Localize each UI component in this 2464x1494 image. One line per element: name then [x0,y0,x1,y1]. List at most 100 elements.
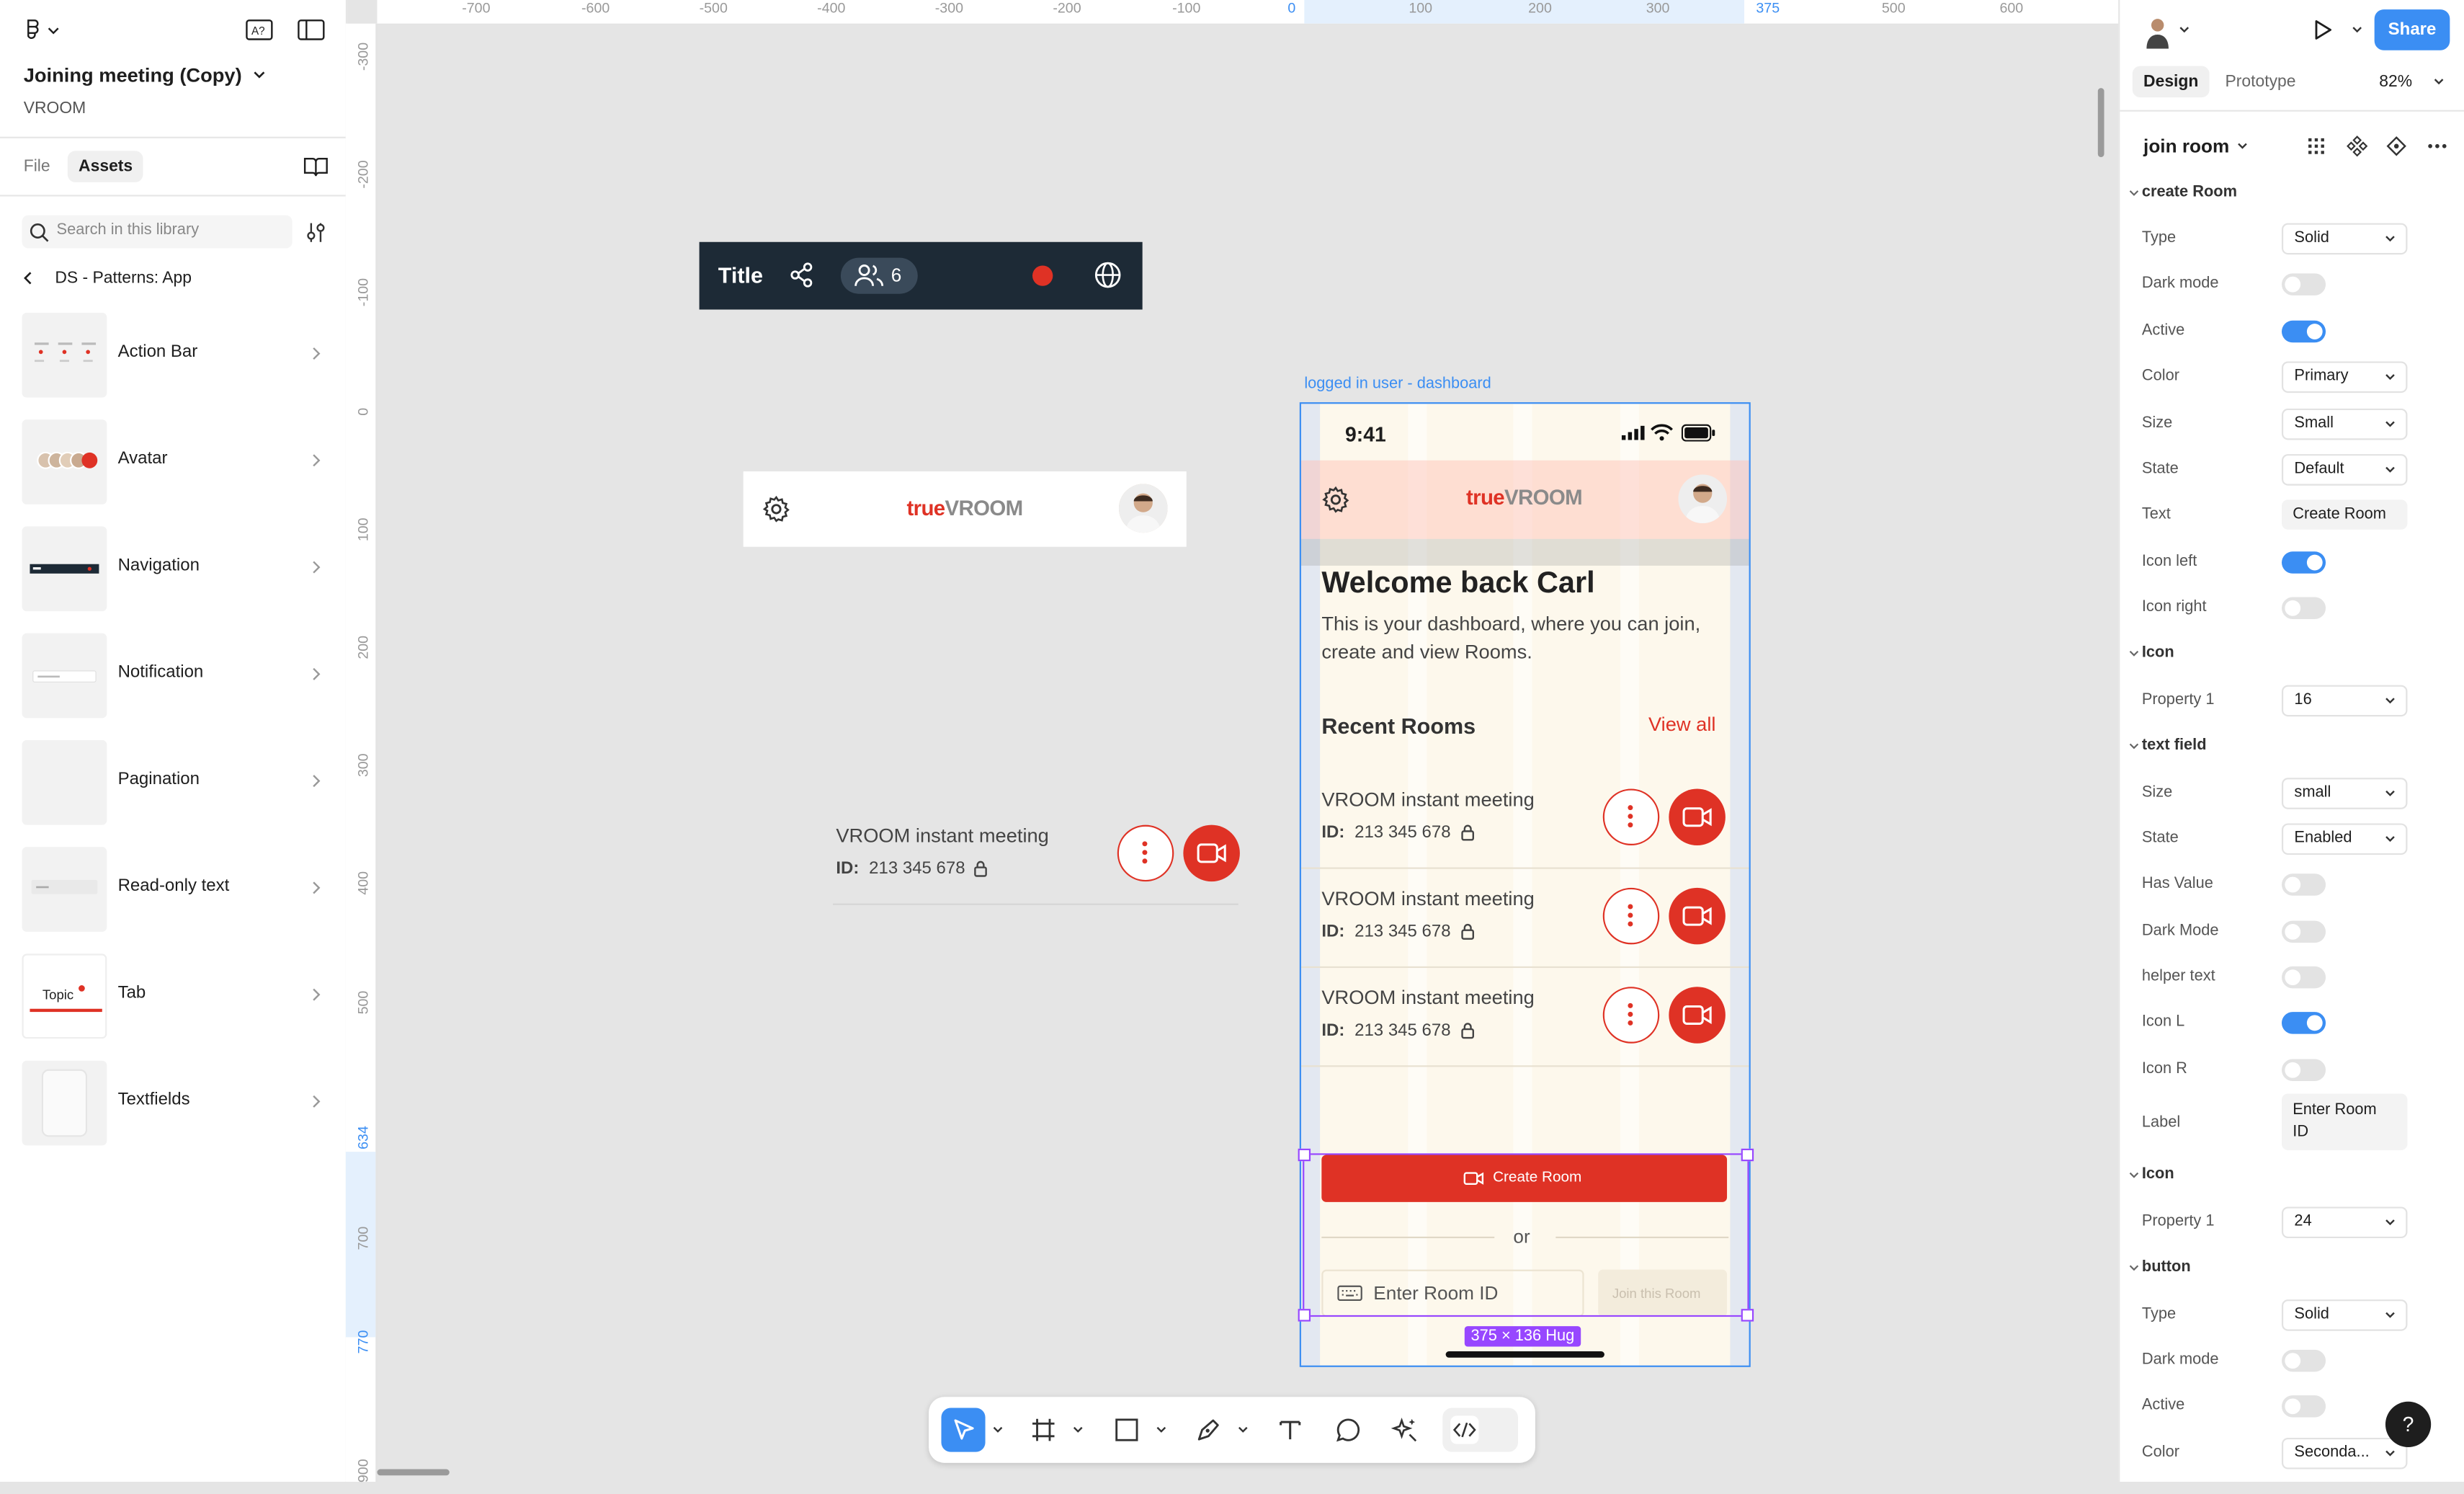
btn-dark-mode-toggle[interactable] [2281,1349,2326,1372]
text-prop-input[interactable]: Create Room [2281,499,2408,530]
icon-right-toggle[interactable] [2281,597,2326,620]
tf-size-select[interactable]: small [2281,778,2408,809]
chevron-down-icon[interactable] [1155,1423,1167,1436]
video-call-button[interactable] [1669,788,1726,845]
library-item-tab[interactable]: Topic Tab [22,953,330,1039]
tf-state-select[interactable]: Enabled [2281,823,2408,855]
icon-l-toggle[interactable] [2281,1012,2326,1034]
section-icon[interactable]: Icon [2142,1166,2174,1183]
active-toggle[interactable] [2281,320,2326,343]
chevron-down-icon[interactable] [2178,24,2190,36]
sidebar-toggle-icon[interactable] [297,17,325,43]
room-id-input[interactable]: Enter Room ID [1321,1269,1584,1317]
vertical-scrollbar[interactable] [2097,88,2104,158]
meeting-list-item-component[interactable]: VROOM instant meeting ID: 213 345 678 [832,819,1240,905]
settings-gear-icon[interactable] [1321,486,1349,514]
type-select[interactable]: Solid [2281,223,2408,255]
room-list-item[interactable]: VROOM instant meeting ID: 213 345 678 [1300,966,1749,1067]
room-list-item[interactable]: VROOM instant meeting ID: 213 345 678 [1300,868,1749,969]
share-icon[interactable] [787,261,816,289]
user-avatar[interactable] [2142,14,2174,49]
section-collapse-icon[interactable] [2128,1262,2140,1274]
section-create-room[interactable]: create Room [2142,184,2237,201]
section-collapse-icon[interactable] [2128,1169,2140,1181]
chevron-down-icon[interactable] [1072,1423,1084,1436]
library-search-input[interactable]: Search in this library [22,215,293,249]
tab-assets[interactable]: Assets [67,151,144,182]
has-value-toggle[interactable] [2281,873,2326,896]
dev-mode-toggle[interactable] [1442,1408,1518,1452]
app-header-component[interactable]: trueVROOM [743,471,1187,547]
library-item-read-only-text[interactable]: Read-only text [22,847,330,932]
tab-prototype[interactable]: Prototype [2225,72,2295,91]
back-arrow-icon[interactable] [20,270,36,286]
component-name[interactable]: join room [2143,135,2229,158]
fonts-icon[interactable]: A? [245,17,273,43]
chevron-down-icon[interactable] [2236,140,2249,152]
section-collapse-icon[interactable] [2128,647,2140,659]
room-list-item[interactable]: VROOM instant meeting ID: 213 345 678 [1300,768,1749,869]
file-title[interactable]: Joining meeting (Copy) [24,64,242,86]
component-icon[interactable] [2346,135,2368,158]
comment-tool-icon[interactable] [1334,1415,1362,1444]
settings-gear-icon[interactable] [762,495,790,523]
more-horizontal-icon[interactable] [2427,135,2449,158]
record-indicator-icon[interactable] [1032,265,1053,286]
text-tool-icon[interactable] [1276,1415,1304,1444]
share-button[interactable]: Share [2374,9,2450,50]
section-icon[interactable]: Icon [2142,644,2174,662]
library-item-avatar[interactable]: Avatar [22,419,330,504]
zoom-level[interactable]: 82% [2379,72,2412,91]
frame-tool-icon[interactable] [1030,1415,1058,1444]
icon-r-toggle[interactable] [2281,1059,2326,1082]
more-options-button[interactable] [1602,987,1660,1044]
dark-mode-toggle[interactable] [2281,273,2326,295]
section-collapse-icon[interactable] [2128,187,2140,199]
user-avatar[interactable] [1678,474,1728,524]
help-button[interactable]: ? [2385,1401,2432,1448]
rectangle-tool-icon[interactable] [1112,1415,1141,1444]
horizontal-scrollbar[interactable] [377,1469,450,1476]
instance-icon[interactable] [2385,135,2408,158]
btn-active-toggle[interactable] [2281,1395,2326,1418]
phone-dashboard-frame[interactable]: 9:41 trueVROOM Welcome back Carl This is… [1300,404,1749,1366]
chevron-down-icon[interactable] [2432,76,2445,88]
pen-tool-icon[interactable] [1195,1415,1223,1444]
tab-design[interactable]: Design [2132,66,2210,98]
create-room-button[interactable]: Create Room [1321,1155,1728,1202]
library-breadcrumb[interactable]: DS - Patterns: App [55,269,192,288]
chevron-down-icon[interactable] [251,69,267,81]
property1-select[interactable]: 16 [2281,685,2408,717]
tf-dark-mode-toggle[interactable] [2281,920,2326,943]
label-prop-input[interactable]: Enter Room ID [2281,1093,2408,1150]
chevron-down-icon[interactable] [991,1423,1004,1436]
globe-icon[interactable] [1094,261,1122,289]
video-call-button[interactable] [1183,824,1240,882]
view-all-link[interactable]: View all [1648,713,1715,736]
color-select[interactable]: Primary [2281,361,2408,393]
property1-select[interactable]: 24 [2281,1206,2408,1239]
user-avatar[interactable] [1118,484,1168,533]
phone-header[interactable]: trueVROOM [1300,460,1749,539]
video-call-button[interactable] [1669,987,1726,1044]
participants-pill[interactable]: 6 [840,257,918,294]
helper-text-toggle[interactable] [2281,966,2326,989]
video-call-button[interactable] [1669,887,1726,945]
btn-type-select[interactable]: Solid [2281,1299,2408,1331]
btn-color-select[interactable]: Seconda... [2281,1437,2408,1469]
ai-actions-icon[interactable] [1391,1415,1419,1444]
library-item-textfields[interactable]: Textfields [22,1060,330,1146]
library-item-notification[interactable]: Notification [22,633,330,719]
library-book-icon[interactable] [303,156,329,178]
library-item-action-bar[interactable]: Action Bar [22,312,330,398]
grid-layout-icon[interactable] [2305,135,2328,158]
state-select[interactable]: Default [2281,454,2408,486]
size-select[interactable]: Small [2281,408,2408,440]
project-name[interactable]: VROOM [24,99,86,117]
section-text-field[interactable]: text field [2142,737,2207,755]
tab-file[interactable]: File [24,157,50,176]
filter-settings-icon[interactable] [305,220,327,245]
library-item-navigation[interactable]: Navigation [22,526,330,612]
chevron-down-icon[interactable] [1237,1423,1249,1436]
move-tool-button[interactable] [941,1408,986,1452]
